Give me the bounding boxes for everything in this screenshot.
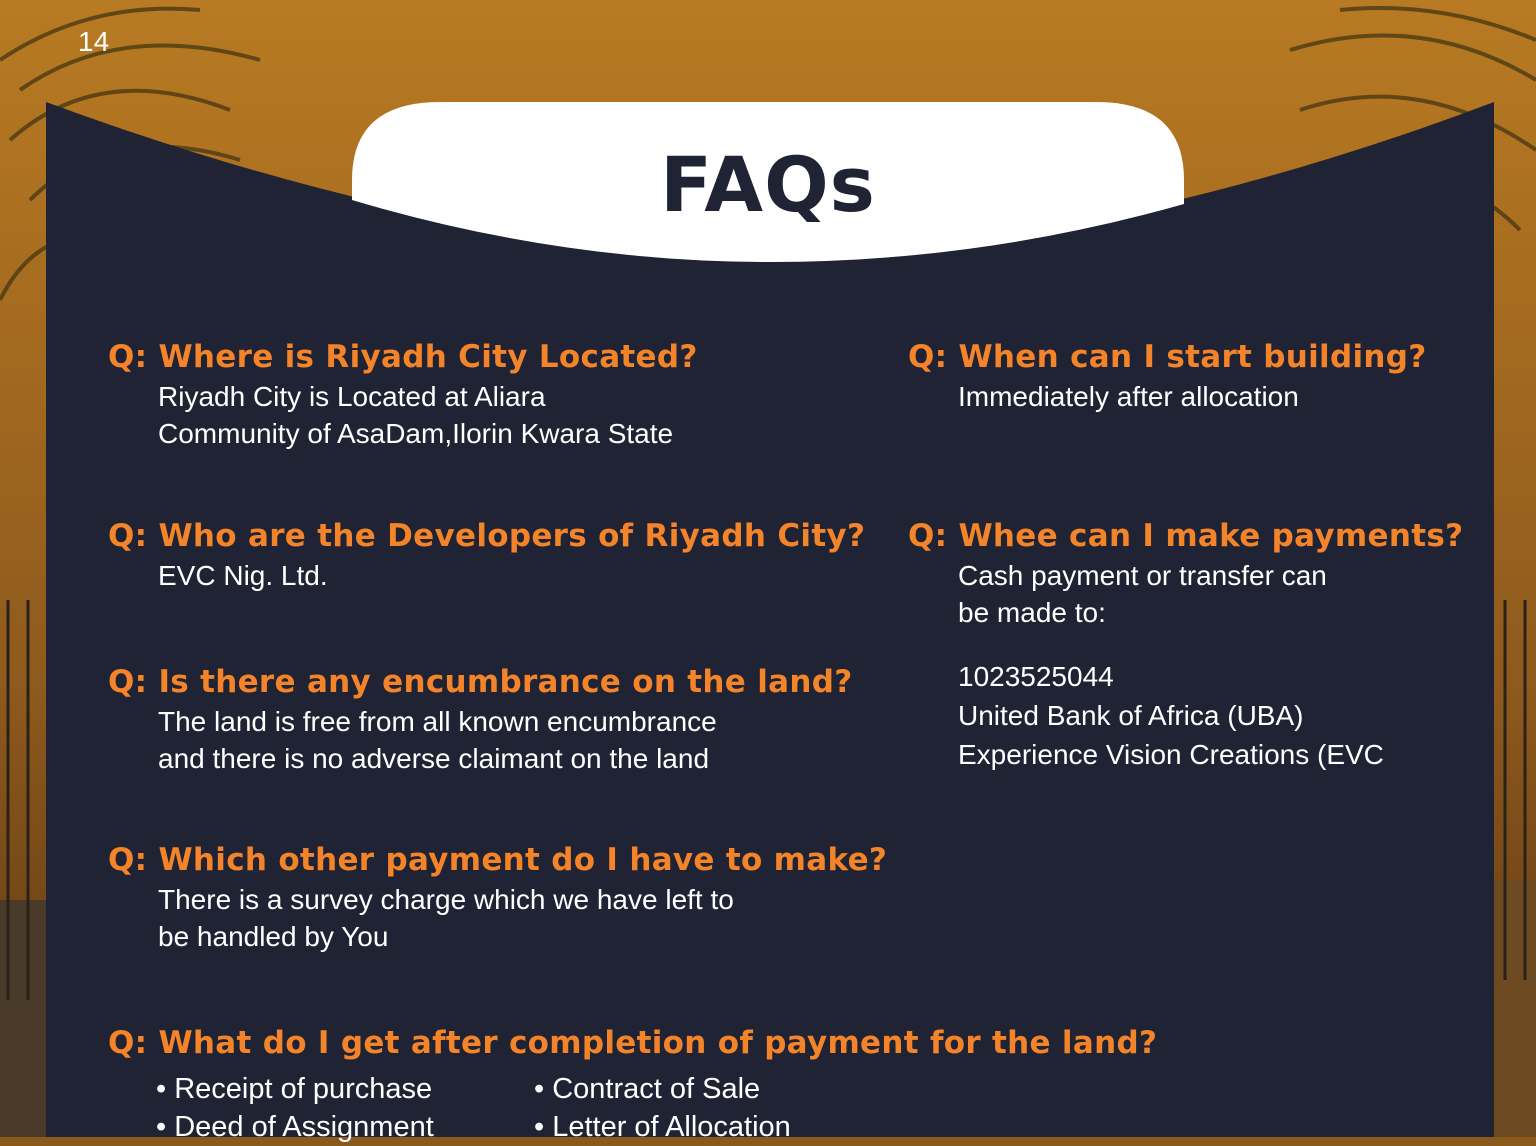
faq-answer-line: Riyadh City is Located at Aliara xyxy=(158,381,546,412)
page-title: FAQs xyxy=(660,140,876,229)
faq-answer-line: Cash payment or transfer can xyxy=(958,560,1327,591)
faq-answer-line: be handled by You xyxy=(158,921,389,952)
faq-question: Q: Who are the Developers of Riyadh City… xyxy=(108,518,866,554)
faq-payments: Q: Whee can I make payments? Cash paymen… xyxy=(908,517,1463,774)
list-item: • Contract of Sale xyxy=(534,1073,761,1105)
bank-name: United Bank of Africa (UBA) xyxy=(958,700,1304,731)
faq-answer-line: be made to: xyxy=(958,597,1106,628)
faq-answer-line: The land is free from all known encumbra… xyxy=(158,706,717,737)
faq-question: Q: What do I get after completion of pay… xyxy=(108,1025,1158,1061)
account-name: Experience Vision Creations (EVC xyxy=(958,739,1384,770)
page-number: 14 xyxy=(78,26,110,57)
faq-encumbrance: Q: Is there any encumbrance on the land?… xyxy=(108,663,852,777)
faq-answer-line: EVC Nig. Ltd. xyxy=(158,560,328,591)
faq-completion: Q: What do I get after completion of pay… xyxy=(108,1024,1157,1062)
faq-question: Q: When can I start building? xyxy=(908,339,1427,375)
list-item: • Deed of Assignment xyxy=(156,1111,434,1143)
faq-developers: Q: Who are the Developers of Riyadh City… xyxy=(108,517,865,594)
faq-start-building: Q: When can I start building? Immediatel… xyxy=(908,338,1427,415)
faq-answer: Cash payment or transfer can be made to:… xyxy=(958,557,1463,774)
faq-answer: Riyadh City is Located at Aliara Communi… xyxy=(158,378,698,452)
faq-answer-line: Community of AsaDam,Ilorin Kwara State xyxy=(158,418,674,449)
faq-other-payment: Q: Which other payment do I have to make… xyxy=(108,841,887,955)
faq-answer-line: There is a survey charge which we have l… xyxy=(158,884,734,915)
faq-answer-line: Immediately after allocation xyxy=(958,381,1299,412)
faq-question: Q: Which other payment do I have to make… xyxy=(108,842,888,878)
faq-answer: Immediately after allocation xyxy=(958,378,1427,415)
faq-location: Q: Where is Riyadh City Located? Riyadh … xyxy=(108,338,698,452)
faq-answer-line: and there is no adverse claimant on the … xyxy=(158,743,710,774)
list-item: • Letter of Allocation xyxy=(534,1111,791,1143)
bank-details: 1023525044 United Bank of Africa (UBA) E… xyxy=(958,657,1463,774)
faq-question: Q: Where is Riyadh City Located? xyxy=(108,339,698,375)
faq-answer: EVC Nig. Ltd. xyxy=(158,557,865,594)
list-item: • Receipt of purchase xyxy=(156,1073,433,1105)
faq-question: Q: Is there any encumbrance on the land? xyxy=(108,664,853,700)
account-number: 1023525044 xyxy=(958,661,1114,692)
faq-answer: There is a survey charge which we have l… xyxy=(158,881,887,955)
faq-answer: The land is free from all known encumbra… xyxy=(158,703,852,777)
faq-question: Q: Whee can I make payments? xyxy=(908,518,1464,554)
